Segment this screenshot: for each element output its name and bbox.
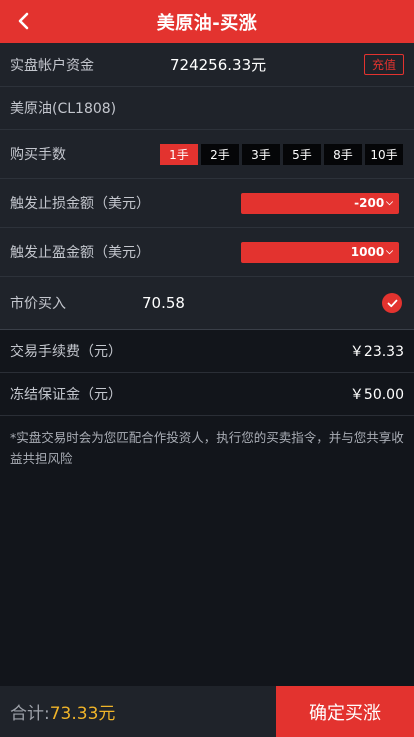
chevron-left-icon <box>18 12 29 30</box>
total-amount: 73.33元 <box>49 704 116 724</box>
recharge-button[interactable]: 充值 <box>363 54 404 75</box>
bottom-bar: 合计: 73.33元 确定买涨 <box>0 686 414 737</box>
order-form: 实盘帐户资金 724256.33元 充值 美原油(CL1808) 购买手数 1手… <box>0 43 414 330</box>
take-profit-label: 触发止盈金额（美元） <box>10 245 150 261</box>
margin-value: ￥50.00 <box>349 387 404 403</box>
stop-loss-label: 触发止损金额（美元） <box>10 196 150 212</box>
take-profit-row: 触发止盈金额（美元） 1000 ⌵ <box>0 228 414 277</box>
account-funds-row: 实盘帐户资金 724256.33元 充值 <box>0 43 414 87</box>
lots-row: 购买手数 1手 2手 3手 5手 8手 10手 <box>0 130 414 179</box>
fee-label: 交易手续费（元） <box>10 344 122 360</box>
account-funds-value: 724256.33元 <box>170 56 267 74</box>
market-buy-row: 市价买入 70.58 <box>0 277 414 330</box>
take-profit-value: 1000 <box>350 245 385 259</box>
risk-note: *实盘交易时会为您匹配合作投资人，执行您的买卖指令，并与您共享收益共担风险 <box>10 430 404 466</box>
lots-label: 购买手数 <box>10 147 66 163</box>
chevron-down-icon: ⌵ <box>386 198 393 208</box>
back-button[interactable] <box>12 10 34 32</box>
take-profit-select[interactable]: 1000 ⌵ <box>241 241 399 263</box>
stop-loss-row: 触发止损金额（美元） -200 ⌵ <box>0 179 414 228</box>
fee-value: ￥23.33 <box>349 344 404 360</box>
market-price: 70.58 <box>142 294 185 312</box>
product-row: 美原油(CL1808) <box>0 87 414 130</box>
top-bar: 美原油-买涨 <box>0 0 414 43</box>
fee-row: 交易手续费（元） ￥23.33 <box>0 330 414 373</box>
lot-option-8[interactable]: 8手 <box>324 143 362 165</box>
check-icon <box>387 299 397 307</box>
lot-option-3[interactable]: 3手 <box>242 143 280 165</box>
margin-label: 冻结保证金（元） <box>10 387 122 403</box>
market-buy-label: 市价买入 <box>10 296 66 312</box>
lot-option-1[interactable]: 1手 <box>160 143 198 165</box>
lot-option-10[interactable]: 10手 <box>365 143 403 165</box>
total: 合计: 73.33元 <box>0 686 276 737</box>
confirm-buy-button[interactable]: 确定买涨 <box>276 686 414 737</box>
product-name: 美原油(CL1808) <box>10 101 117 117</box>
account-funds-label: 实盘帐户资金 <box>10 57 94 74</box>
cost-summary: 交易手续费（元） ￥23.33 冻结保证金（元） ￥50.00 *实盘交易时会为… <box>0 330 414 469</box>
chevron-down-icon: ⌵ <box>386 247 393 257</box>
lots-selector: 1手 2手 3手 5手 8手 10手 <box>160 143 403 165</box>
stop-loss-value: -200 <box>354 196 385 210</box>
market-buy-checkbox[interactable] <box>382 293 402 313</box>
margin-row: 冻结保证金（元） ￥50.00 <box>0 373 414 416</box>
total-label: 合计: <box>10 704 50 724</box>
stop-loss-select[interactable]: -200 ⌵ <box>241 192 399 214</box>
lot-option-2[interactable]: 2手 <box>201 143 239 165</box>
page-title: 美原油-买涨 <box>156 12 258 34</box>
lot-option-5[interactable]: 5手 <box>283 143 321 165</box>
